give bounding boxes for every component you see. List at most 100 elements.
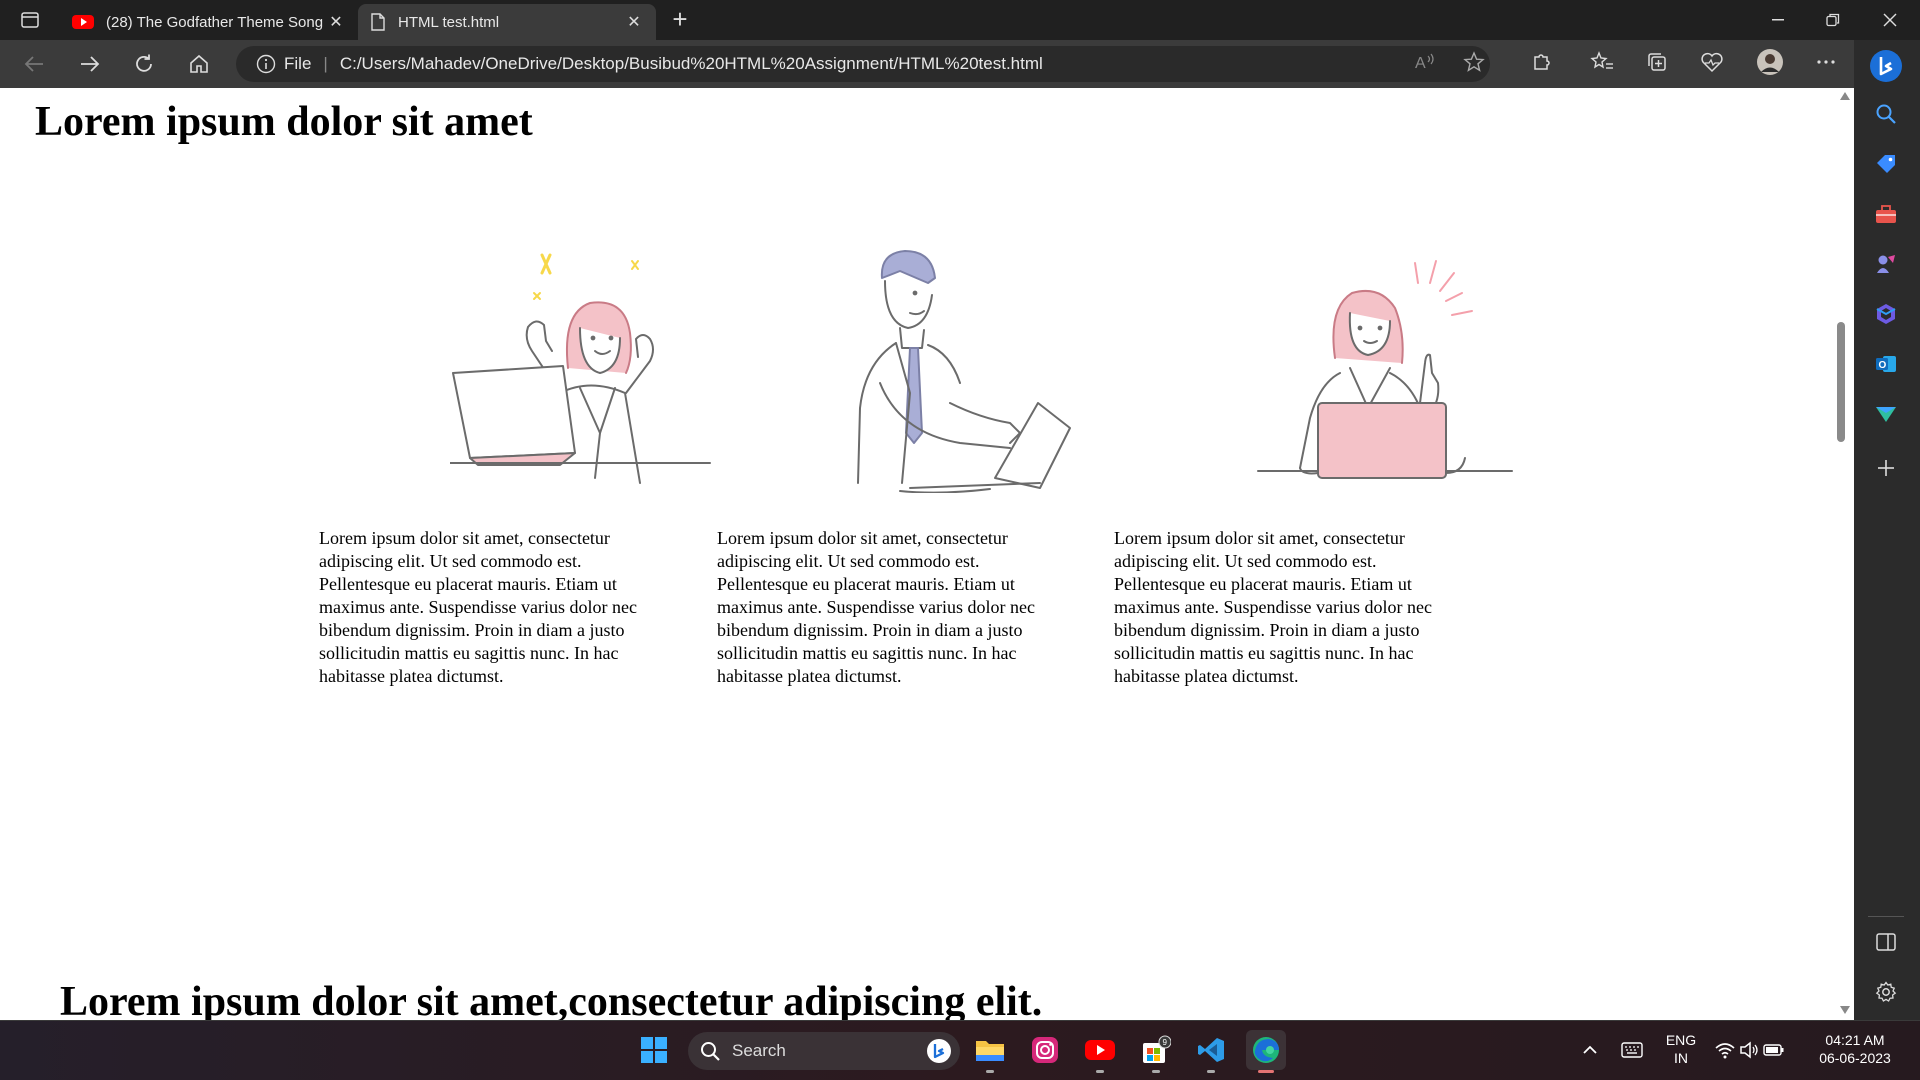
back-button[interactable] <box>18 48 50 80</box>
home-button[interactable] <box>183 48 215 80</box>
search-icon <box>1876 104 1896 124</box>
star-icon <box>1463 51 1485 72</box>
tab-title: HTML test.html <box>398 13 500 31</box>
forward-button[interactable] <box>74 48 106 80</box>
extensions-button[interactable] <box>1527 48 1555 76</box>
page-scrollbar[interactable] <box>1836 88 1854 1020</box>
forward-arrow-icon <box>81 56 100 72</box>
office-icon <box>1876 304 1896 324</box>
profile-button[interactable] <box>1756 48 1784 76</box>
tab-youtube[interactable]: (28) The Godfather Theme Song ✕ <box>60 4 358 40</box>
bing-icon[interactable] <box>926 1038 952 1064</box>
refresh-icon <box>136 54 152 72</box>
tab-html-test[interactable]: HTML test.html ✕ <box>358 4 656 40</box>
language-indicator[interactable]: ENG IN <box>1656 1031 1706 1067</box>
tab-actions-icon <box>21 12 39 28</box>
close-icon <box>1883 13 1896 27</box>
sidebar-outlook-button[interactable]: O <box>1870 348 1902 380</box>
edge-icon <box>1253 1037 1279 1063</box>
close-icon[interactable]: ✕ <box>624 12 644 32</box>
woman-idea-illustration <box>1257 260 1513 479</box>
sidebar-games-button[interactable] <box>1870 248 1902 280</box>
tab-strip: (28) The Godfather Theme Song ✕ HTML tes… <box>0 0 1920 40</box>
man-typing-illustration <box>857 250 1071 493</box>
running-indicator <box>1207 1070 1215 1073</box>
collections-button[interactable] <box>1643 48 1671 76</box>
show-hidden-icons-button[interactable] <box>1575 1030 1605 1070</box>
web-page-viewport: Lorem ipsum dolor sit amet Lorem ipsum d… <box>0 88 1836 1020</box>
info-icon[interactable] <box>256 54 276 74</box>
close-icon[interactable]: ✕ <box>326 12 346 32</box>
scrollbar-thumb[interactable] <box>1837 322 1845 442</box>
taskbar-instagram[interactable] <box>1025 1030 1065 1070</box>
bing-icon <box>1870 50 1902 82</box>
time-display: 04:21 AM <box>1825 1032 1885 1048</box>
start-button[interactable] <box>634 1030 674 1070</box>
woman-celebrating-illustration <box>450 253 711 484</box>
volume-icon <box>1740 1041 1758 1059</box>
ellipsis-icon <box>1817 60 1835 64</box>
running-indicator <box>1152 1070 1160 1073</box>
taskbar-microsoft-store[interactable]: 9 <box>1136 1030 1176 1070</box>
favorites-button[interactable] <box>1588 48 1616 76</box>
edge-sidebar <box>1854 40 1920 1020</box>
sidebar-search-button[interactable] <box>1870 98 1902 130</box>
hide-sidebar-button[interactable] <box>1870 926 1902 958</box>
active-indicator <box>1258 1070 1274 1073</box>
sidebar-add-button[interactable] <box>1870 452 1902 484</box>
url-text[interactable]: C:/Users/Mahadev/OneDrive/Desktop/Busibu… <box>340 54 1043 74</box>
sidebar-settings-button[interactable] <box>1870 976 1902 1008</box>
tab-actions-button[interactable] <box>14 8 46 32</box>
favorite-button[interactable] <box>1460 48 1488 76</box>
refresh-button[interactable] <box>128 48 160 80</box>
card-text-2: Lorem ipsum dolor sit amet, consectetur … <box>717 528 1035 686</box>
touch-keyboard-button[interactable] <box>1615 1030 1649 1070</box>
svg-text:A: A <box>1415 55 1426 72</box>
taskbar-edge[interactable] <box>1246 1030 1286 1070</box>
date-display: 06-06-2023 <box>1819 1050 1891 1066</box>
home-icon <box>190 54 208 73</box>
puzzle-icon <box>1534 54 1550 70</box>
sidebar-shopping-button[interactable] <box>1870 148 1902 180</box>
bing-chat-button[interactable] <box>1868 48 1904 84</box>
address-bar[interactable]: File | C:/Users/Mahadev/OneDrive/Desktop… <box>236 46 1490 82</box>
svg-text:O: O <box>1879 360 1887 371</box>
back-arrow-icon <box>24 56 43 72</box>
minimize-icon <box>1771 19 1784 21</box>
quick-settings-button[interactable] <box>1710 1030 1790 1070</box>
browser-essentials-button[interactable] <box>1698 48 1726 76</box>
taskbar-vscode[interactable] <box>1191 1030 1231 1070</box>
card-text-3: Lorem ipsum dolor sit amet, consectetur … <box>1114 528 1432 686</box>
tag-icon <box>1877 155 1895 173</box>
close-window-button[interactable] <box>1862 0 1917 40</box>
taskbar-youtube[interactable] <box>1080 1030 1120 1070</box>
send-icon <box>1876 407 1896 422</box>
favorites-list-icon <box>1590 51 1613 69</box>
address-separator: | <box>323 54 328 73</box>
scroll-up-icon[interactable] <box>1840 92 1850 100</box>
chevron-up-icon <box>1583 1045 1597 1054</box>
taskbar-search-box[interactable]: Search <box>688 1032 960 1070</box>
scheme-label: File <box>284 54 312 73</box>
restore-button[interactable] <box>1805 0 1860 40</box>
sidebar-drop-button[interactable] <box>1870 398 1902 430</box>
read-aloud-icon: A <box>1415 53 1434 72</box>
sidebar-office-button[interactable] <box>1870 298 1902 330</box>
games-icon <box>1877 255 1895 273</box>
new-tab-button[interactable]: + <box>666 6 694 34</box>
heart-pulse-icon <box>1701 52 1723 73</box>
vscode-icon <box>1198 1038 1224 1062</box>
sidebar-tools-button[interactable] <box>1870 198 1902 230</box>
running-indicator <box>986 1070 994 1073</box>
sidebar-divider <box>1868 916 1904 917</box>
svg-text:9: 9 <box>1163 1038 1168 1047</box>
minimize-button[interactable] <box>1750 0 1805 40</box>
scroll-down-icon[interactable] <box>1840 1006 1850 1014</box>
taskbar-file-explorer[interactable] <box>970 1030 1010 1070</box>
read-aloud-button[interactable]: A <box>1412 48 1440 76</box>
wifi-icon <box>1715 1043 1735 1059</box>
instagram-icon <box>1032 1037 1058 1063</box>
clock[interactable]: 04:21 AM 06-06-2023 <box>1800 1031 1910 1067</box>
gear-icon <box>1875 981 1897 1002</box>
more-menu-button[interactable] <box>1812 48 1840 76</box>
